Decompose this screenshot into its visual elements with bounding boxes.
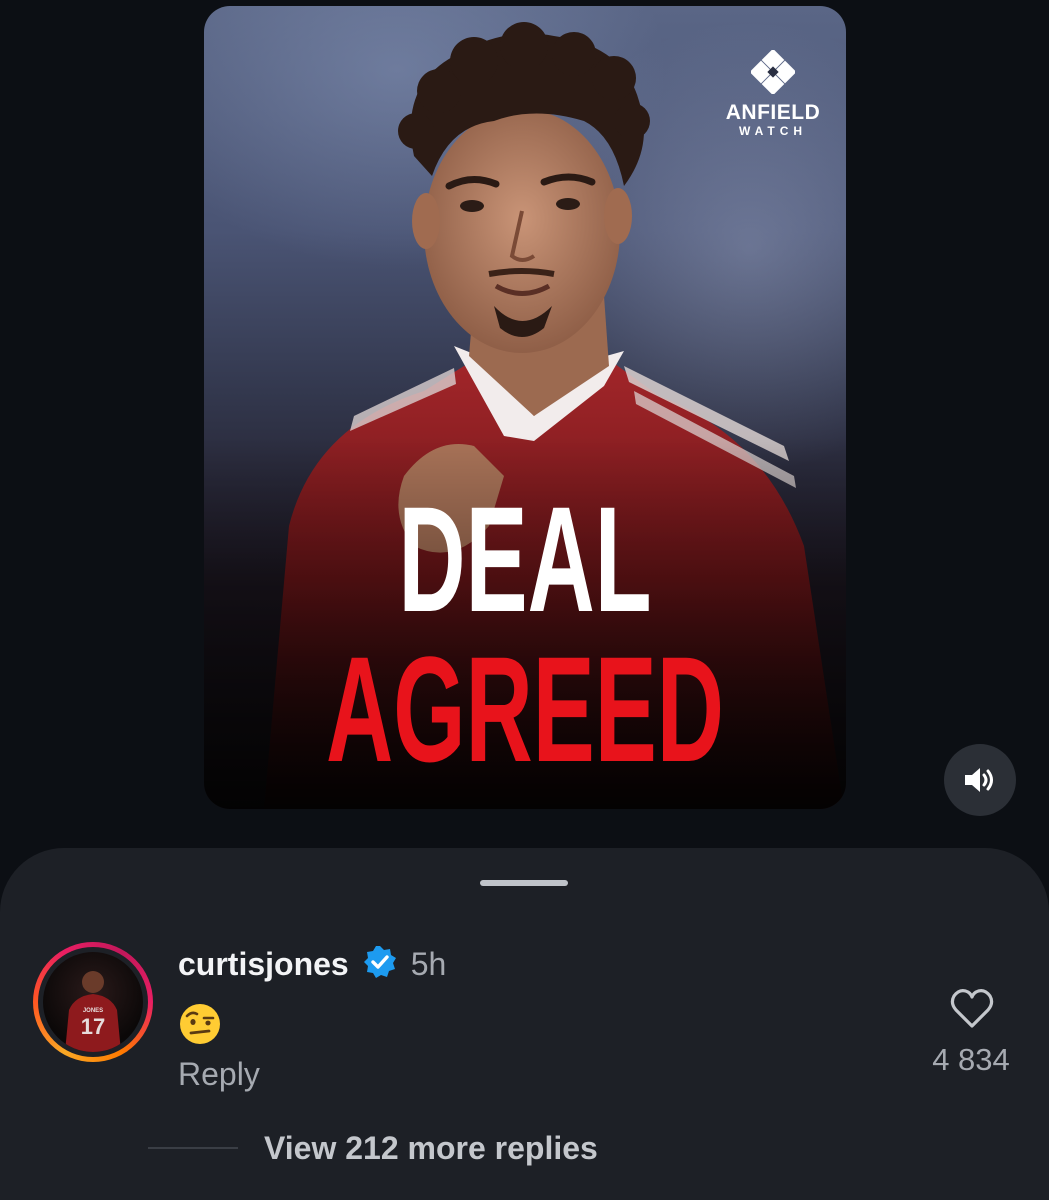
avatar: 17 JONES — [38, 947, 148, 1057]
replies-divider — [148, 1147, 238, 1149]
verified-badge-icon — [363, 945, 397, 984]
screen: ANFIELD WATCH DEAL AGREED 17 JONES curti… — [0, 0, 1049, 1200]
comment-time: 5h — [410, 945, 447, 982]
comment-username[interactable]: curtisjones — [178, 946, 349, 983]
anfield-watch-mark-icon — [751, 50, 795, 94]
svg-text:17: 17 — [81, 1014, 105, 1039]
view-more-replies[interactable]: View 212 more replies — [148, 1128, 598, 1168]
reply-button[interactable]: Reply — [178, 1056, 260, 1093]
avatar-story-ring[interactable]: 17 JONES — [33, 942, 153, 1062]
face-with-raised-eyebrow-emoji-icon — [180, 1004, 220, 1044]
brand-subtitle: WATCH — [738, 124, 808, 138]
avatar-photo: 17 JONES — [43, 952, 143, 1052]
volume-button[interactable] — [944, 744, 1016, 816]
brand-name: ANFIELD — [725, 101, 821, 124]
view-more-replies-label[interactable]: View 212 more replies — [264, 1130, 598, 1167]
headline-line1: DEAL — [398, 475, 652, 643]
sheet-drag-handle[interactable] — [480, 880, 568, 886]
post-media[interactable]: ANFIELD WATCH DEAL AGREED — [204, 6, 846, 809]
like-count: 4 834 — [932, 1042, 1010, 1077]
headline-line2: AGREED — [326, 625, 724, 793]
svg-text:JONES: JONES — [83, 1008, 103, 1014]
comments-sheet: 17 JONES curtisjones 5h Reply 4 834 View… — [0, 848, 1049, 1200]
avatar-image: 17 JONES — [65, 971, 121, 1052]
speaker-volume-icon — [965, 768, 993, 792]
comment-header: curtisjones 5h — [178, 944, 446, 984]
anfield-watch-logo: ANFIELD WATCH — [718, 50, 828, 138]
heart-outline-icon[interactable] — [948, 986, 996, 1030]
